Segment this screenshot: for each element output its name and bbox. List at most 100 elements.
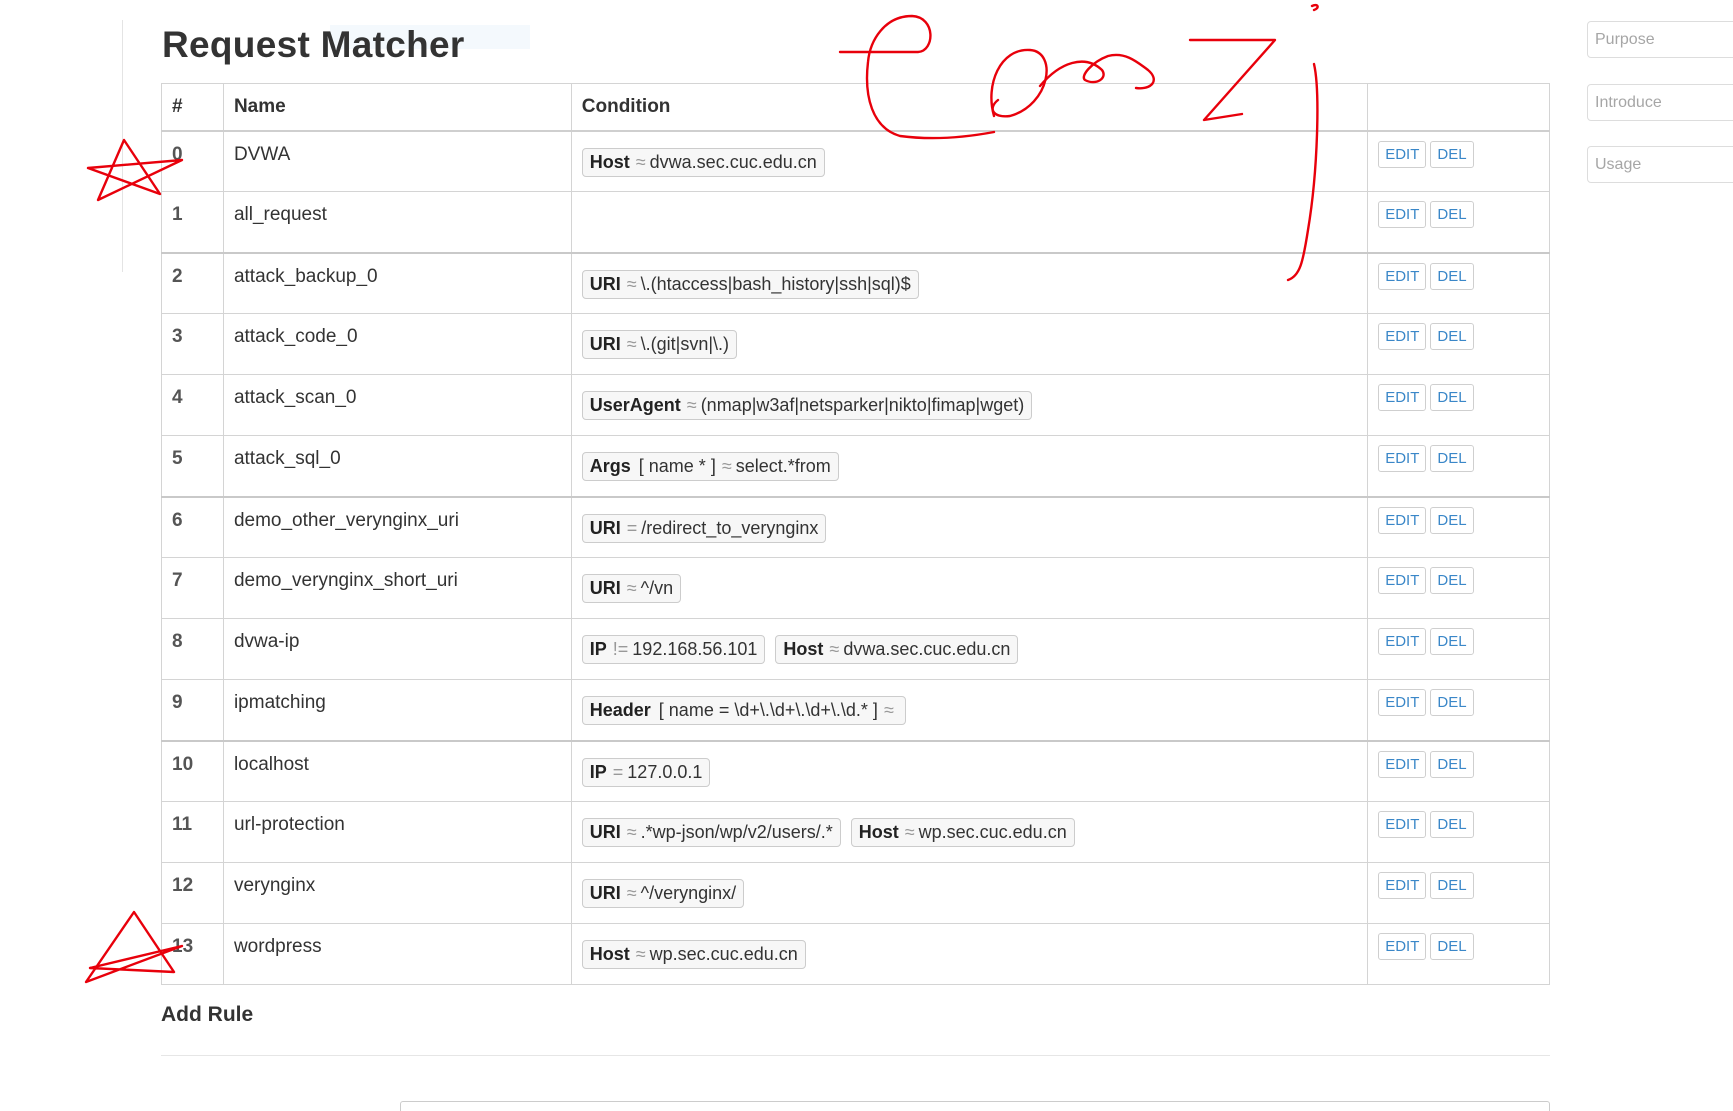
delete-button[interactable]: DEL (1430, 323, 1474, 350)
condition-chip: URI ≈ \.(htaccess|bash_history|ssh|sql)$ (581, 269, 919, 299)
delete-button[interactable]: DEL (1430, 506, 1474, 534)
table-row: 7 demo_verynginx_short_uri URI ≈ ^/vn EDIT DEL (161, 557, 1550, 619)
condition-chip: UserAgent ≈ (nmap|w3af|netsparker|nikto|fi… (581, 391, 1033, 420)
delete-button[interactable]: DEL (1430, 689, 1474, 716)
delete-button[interactable]: DEL (1430, 628, 1474, 655)
condition-chip: Host ≈ wp.sec.cuc.edu.cn (581, 940, 806, 969)
rule-conditions: URI ≈ ^/vn (570, 557, 1369, 619)
matcher-rows: 0 DVWA Host ≈ dvwa.sec.cuc.edu.cn EDIT DEL 1 all… (161, 130, 1550, 985)
edit-button[interactable]: EDIT (1378, 811, 1427, 838)
condition-operator: ≈ (626, 578, 637, 598)
rule-number: 6 (161, 495, 224, 558)
rule-conditions: URI ≈ \.(htaccess|bash_history|ssh|sql)$ (570, 251, 1369, 314)
delete-button[interactable]: DEL (1430, 933, 1474, 960)
rule-number: 8 (161, 618, 224, 680)
table-row: 11 url-protection URI ≈ .*wp-json/wp/v2/user… (161, 801, 1550, 863)
edit-button[interactable]: EDIT (1378, 384, 1427, 411)
table-row: 2 attack_backup_0 URI ≈ \.(htaccess|bash_his… (161, 251, 1550, 314)
rule-conditions: IP = 127.0.0.1 (570, 739, 1369, 802)
table-row: 5 attack_sql_0 Args [ name * ] ≈ select.*from… (161, 435, 1550, 497)
table-row: 13 wordpress Host ≈ wp.sec.cuc.edu.cn EDIT DEL (161, 923, 1550, 985)
condition-value: dvwa.sec.cuc.edu.cn (843, 639, 1011, 659)
table-header-row: # Name Condition (161, 83, 1550, 132)
table-row: 9 ipmatching Header [ name = \d+\.\d+\.\d+\… (161, 679, 1550, 741)
edit-button[interactable]: EDIT (1378, 567, 1427, 594)
edit-button[interactable]: EDIT (1378, 750, 1427, 778)
delete-button[interactable]: DEL (1430, 262, 1474, 290)
condition-key: IP (589, 639, 607, 659)
condition-value: .*wp-json/wp/v2/users/.* (640, 822, 833, 842)
usage-input[interactable] (1587, 146, 1733, 183)
rule-conditions: Host ≈ dvwa.sec.cuc.edu.cn (570, 130, 1369, 192)
table-row: 10 localhost IP = 127.0.0.1 EDIT DEL (161, 739, 1550, 802)
delete-button[interactable]: DEL (1430, 567, 1474, 594)
edit-button[interactable]: EDIT (1378, 628, 1427, 655)
edit-button[interactable]: EDIT (1378, 201, 1427, 228)
condition-key: URI (589, 517, 621, 538)
rule-name: attack_backup_0 (222, 251, 572, 314)
edit-button[interactable]: EDIT (1378, 262, 1427, 290)
delete-button[interactable]: DEL (1430, 750, 1474, 778)
condition-value: select.*from (735, 456, 831, 476)
condition-chip: URI ≈ \.(git|svn|\.) (581, 330, 738, 359)
condition-operator: ≈ (635, 151, 646, 172)
left-divider (122, 20, 123, 272)
condition-operator: ≈ (686, 395, 697, 415)
condition-operator: ≈ (626, 273, 637, 294)
edit-button[interactable]: EDIT (1378, 689, 1427, 716)
condition-chip: IP != 192.168.56.101 (581, 635, 766, 664)
condition-value: wp.sec.cuc.edu.cn (918, 822, 1067, 842)
rule-number: 13 (161, 923, 224, 985)
condition-operator: ≈ (904, 822, 915, 842)
rule-number: 4 (161, 374, 224, 436)
condition-chip: URI ≈ ^/verynginx/ (581, 879, 745, 908)
condition-extra: [ name = \d+\.\d+\.\d+\.\d.* ] (658, 700, 878, 720)
rule-conditions: URI ≈ \.(git|svn|\.) (570, 313, 1369, 375)
delete-button[interactable]: DEL (1430, 384, 1474, 411)
condition-operator: ≈ (883, 700, 894, 720)
condition-value: wp.sec.cuc.edu.cn (649, 944, 798, 964)
rule-conditions: Host ≈ wp.sec.cuc.edu.cn (570, 923, 1369, 985)
rule-actions: EDIT DEL (1367, 130, 1550, 192)
condition-key: URI (589, 334, 621, 354)
rule-actions: EDIT DEL (1367, 435, 1550, 497)
rule-number: 7 (161, 557, 224, 619)
rule-number: 5 (161, 435, 224, 497)
add-rule-editor[interactable] (400, 1101, 1550, 1111)
purpose-input[interactable] (1587, 21, 1733, 58)
condition-operator: ≈ (626, 822, 637, 842)
rule-number: 2 (161, 251, 224, 314)
rule-name: attack_scan_0 (222, 374, 572, 436)
rule-name: attack_sql_0 (222, 435, 572, 497)
rule-number: 9 (161, 679, 224, 741)
delete-button[interactable]: DEL (1430, 140, 1474, 168)
edit-button[interactable]: EDIT (1378, 506, 1427, 534)
rule-number: 10 (161, 739, 224, 802)
delete-button[interactable]: DEL (1430, 201, 1474, 228)
condition-chip: URI =/redirect_to_verynginx (581, 513, 827, 543)
header-name: Name (222, 83, 572, 132)
edit-button[interactable]: EDIT (1378, 933, 1427, 960)
condition-operator: != (612, 639, 629, 659)
condition-value: /redirect_to_verynginx (641, 517, 819, 538)
rule-name: demo_other_verynginx_uri (222, 495, 572, 558)
rule-conditions: IP != 192.168.56.101 Host ≈ dvwa.sec.cuc.edu.… (570, 618, 1369, 680)
condition-value: \.(git|svn|\.) (640, 334, 730, 354)
condition-operator: ≈ (829, 639, 840, 659)
delete-button[interactable]: DEL (1430, 445, 1474, 472)
delete-button[interactable]: DEL (1430, 872, 1474, 899)
edit-button[interactable]: EDIT (1378, 872, 1427, 899)
edit-button[interactable]: EDIT (1378, 323, 1427, 350)
rule-number: 0 (161, 130, 224, 192)
table-row: 1 all_request EDIT DEL (161, 191, 1550, 253)
rule-actions: EDIT DEL (1367, 862, 1550, 924)
condition-chip: Host ≈ wp.sec.cuc.edu.cn (850, 818, 1075, 847)
condition-key: Args (589, 456, 631, 476)
edit-button[interactable]: EDIT (1378, 140, 1427, 168)
condition-operator: ≈ (626, 334, 637, 354)
introduce-input[interactable] (1587, 84, 1733, 121)
delete-button[interactable]: DEL (1430, 811, 1474, 838)
edit-button[interactable]: EDIT (1378, 445, 1427, 472)
condition-key: Host (589, 151, 630, 172)
condition-chip: URI ≈ ^/vn (581, 574, 682, 603)
